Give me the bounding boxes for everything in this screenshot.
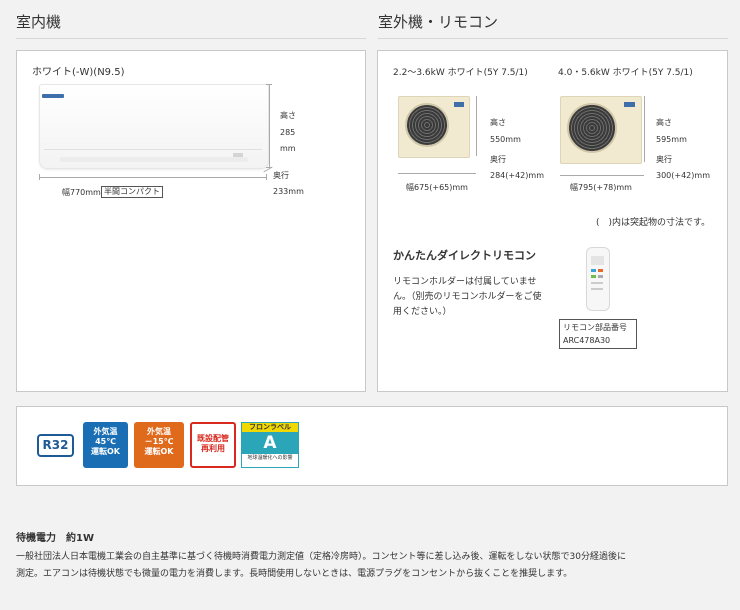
outdoor-unit1-title: 2.2～3.6kW ホワイト(5Y 7.5/1): [393, 68, 528, 78]
outdoor-unit2-height-label: 高さ: [656, 118, 672, 127]
indoor-heading: 室内機: [16, 13, 62, 31]
remote-desc-line1: リモコンホルダーは付属していませ: [393, 277, 537, 287]
remote-part-label: リモコン部品番号: [563, 323, 627, 332]
outdoor-heading-rule: [378, 38, 728, 39]
remote-part-value: ARC478A30: [563, 336, 611, 345]
outdoor-temp-45-badge: 外気温 45℃ 運転OK: [83, 422, 128, 468]
outdoor-temp-minus15-badge: 外気温 －15℃ 運転OK: [134, 422, 184, 468]
standby-desc-line1: 一般社団法人日本電機工業会の自主基準に基づく待機時消費電力測定値（定格冷房時）。…: [16, 552, 626, 562]
outdoor-unit2-depth-label: 奥行: [656, 155, 672, 164]
outdoor-panel: 2.2～3.6kW ホワイト(5Y 7.5/1) 高さ 550mm 奥行 284…: [377, 50, 728, 392]
pipe-reuse-badge: 既設配管 再利用: [190, 422, 236, 468]
remote-desc-line2: ん。（別売のリモコンホルダーをご使: [393, 292, 542, 302]
standby-desc-line2: 測定。エアコンは待機状態でも微量の電力を消費します。長時間使用しないときは、電源…: [16, 569, 573, 579]
remote-title: かんたんダイレクトリモコン: [393, 249, 536, 262]
remote-control-image: [586, 247, 610, 311]
brand-logo: [42, 94, 64, 98]
indoor-height-unit: mm: [280, 144, 296, 153]
indoor-heading-rule: [16, 38, 366, 39]
remote-desc-line3: 用ください。）: [393, 307, 452, 317]
indoor-height-dimension: [269, 84, 270, 168]
outdoor-unit2-depth-value: 300(+42)mm: [656, 171, 710, 180]
indoor-width-label: 幅770mm: [62, 188, 101, 197]
outdoor-unit1-image: [398, 96, 470, 158]
outdoor-unit1-height-value: 550mm: [490, 135, 521, 144]
outdoor-unit1-fan: [405, 103, 449, 147]
flon-grade: A: [242, 432, 298, 454]
indoor-panel: ホワイト(-W)(N9.5) 高さ 285 mm 奥行 233mm 幅770mm…: [16, 50, 366, 392]
indoor-height-value: 285: [280, 128, 296, 137]
outdoor-unit1-depth-value: 284(+42)mm: [490, 171, 544, 180]
indoor-width-dimension: [39, 177, 267, 178]
outdoor-unit1-width-label: 幅675(+65)mm: [406, 183, 468, 192]
compact-tag: 半間コンパクト: [101, 186, 163, 198]
standby-power-title: 待機電力 約1W: [16, 533, 94, 544]
indoor-depth-label: 奥行: [273, 171, 289, 180]
remote-part-box: リモコン部品番号 ARC478A30: [559, 319, 637, 349]
indoor-color-label: ホワイト(-W)(N9.5): [32, 67, 125, 78]
outdoor-unit2-image: [560, 96, 642, 164]
outdoor-unit2-title: 4.0・5.6kW ホワイト(5Y 7.5/1): [558, 68, 693, 78]
protrusion-note: ( )内は突起物の寸法です。: [596, 218, 711, 228]
feature-badge-panel: R32 外気温 45℃ 運転OK 外気温 －15℃ 運転OK 既設配管 再利用 …: [16, 406, 728, 486]
outdoor-unit2-height-value: 595mm: [656, 135, 687, 144]
outdoor-unit2-fan: [567, 103, 617, 153]
indoor-depth-value: 233mm: [273, 187, 304, 196]
outdoor-heading: 室外機・リモコン: [378, 13, 499, 31]
outdoor-unit1-depth-label: 奥行: [490, 155, 506, 164]
outdoor-unit2-width-label: 幅795(+78)mm: [570, 183, 632, 192]
flon-label-badge: フロンラベル A 地球温暖化への影響: [241, 422, 299, 468]
indoor-unit-image: [39, 84, 269, 169]
r32-badge: R32: [37, 434, 74, 457]
outdoor-unit1-height-label: 高さ: [490, 118, 506, 127]
indoor-height-label: 高さ: [280, 111, 296, 120]
